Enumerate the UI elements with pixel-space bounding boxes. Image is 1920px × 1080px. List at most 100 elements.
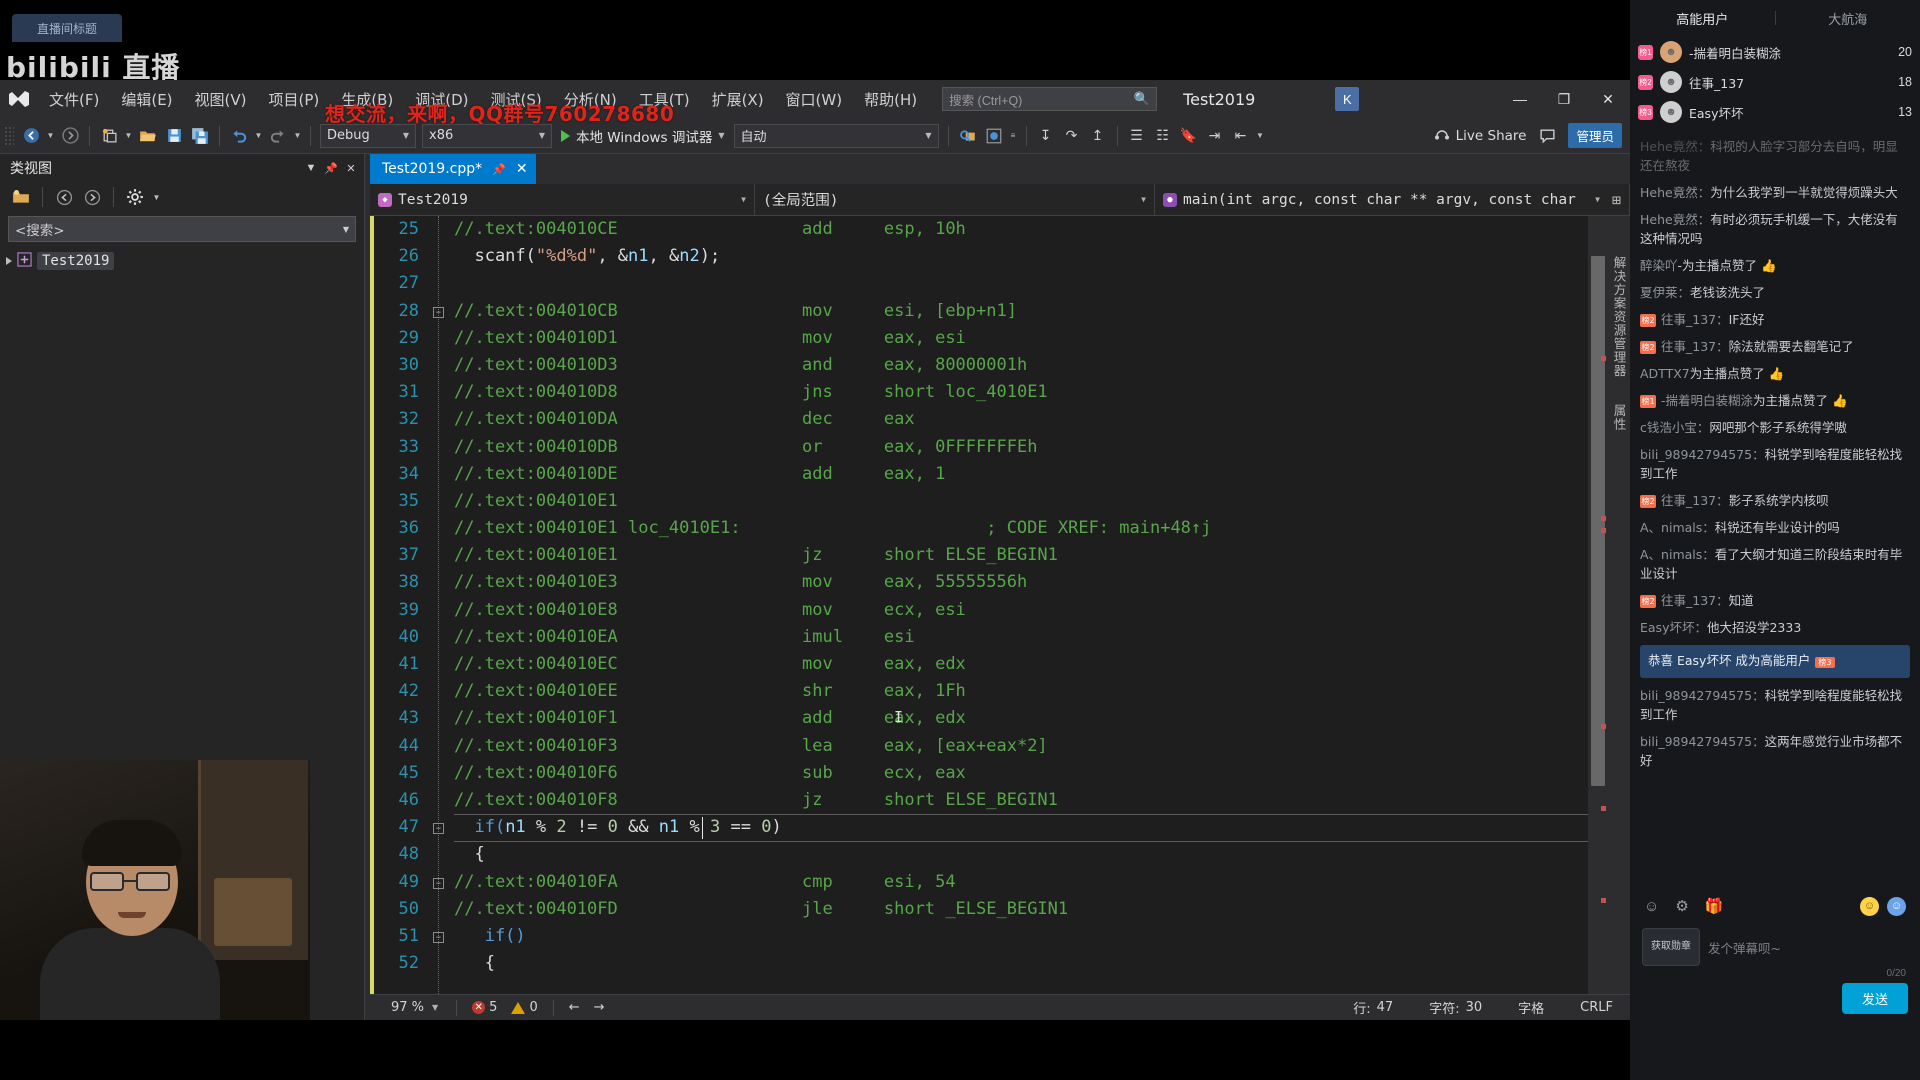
new-file-icon[interactable] xyxy=(96,123,122,149)
code-line[interactable]: //.text:004010F8 jz short ELSE_BEGIN1 xyxy=(454,787,1588,814)
stream-title-tab[interactable]: 直播间标题 xyxy=(12,14,122,42)
glyph-row[interactable] xyxy=(428,896,450,923)
message-user[interactable]: bili_98942794575 xyxy=(1640,734,1752,749)
message-user[interactable]: Hehe竟然 xyxy=(1640,139,1698,154)
avatar[interactable]: ☻ xyxy=(1660,71,1682,93)
send-button[interactable]: 发送 xyxy=(1841,983,1908,1014)
glyph-row[interactable] xyxy=(428,515,450,542)
indent-icon[interactable]: ⇥ xyxy=(1202,123,1228,149)
message-user[interactable]: A、nimals xyxy=(1640,520,1702,535)
avatar[interactable]: K xyxy=(1335,87,1360,111)
new-file-dropdown-icon[interactable]: ▼ xyxy=(122,123,135,149)
code-text[interactable]: //.text:004010CE add esp, 10h scanf("%d%… xyxy=(454,216,1588,994)
collapse-region-icon[interactable]: − xyxy=(433,877,444,889)
get-medal-button[interactable]: 获取勋章 xyxy=(1642,928,1700,966)
message-user[interactable]: c钱浩小宝 xyxy=(1640,420,1697,435)
glyph-margin[interactable]: − − − − xyxy=(428,216,450,994)
error-count[interactable]: ✕ 5 xyxy=(465,1000,504,1015)
outdent-icon[interactable]: ⇤ xyxy=(1228,123,1254,149)
message-user[interactable]: 往事_137 xyxy=(1661,593,1716,608)
expand-arrow-icon[interactable] xyxy=(6,257,12,265)
tab-high-energy-users[interactable]: 高能用户 xyxy=(1630,9,1775,28)
glyph-row[interactable] xyxy=(428,787,450,814)
message-user[interactable]: -揣着明白装糊涂 xyxy=(1661,393,1753,408)
class-view-search-input[interactable]: <搜索> ▼ xyxy=(8,216,356,242)
pin-icon[interactable]: 📌 xyxy=(322,158,340,178)
collapse-region-icon[interactable]: − xyxy=(433,823,444,835)
bookmark-icon[interactable]: 🔖 xyxy=(1176,123,1202,149)
close-icon[interactable]: ✕ xyxy=(342,158,360,178)
ranking-row[interactable]: 榜3 ☻ Easy坏坏 13 xyxy=(1638,97,1912,127)
back-circle-icon[interactable] xyxy=(51,185,77,209)
message-user[interactable]: Hehe竟然 xyxy=(1640,212,1698,227)
code-line[interactable]: scanf("%d%d", &n1, &n2); xyxy=(454,243,1588,270)
message-user[interactable]: 往事_137 xyxy=(1661,493,1716,508)
live-share-button[interactable]: Live Share xyxy=(1434,128,1526,144)
code-line[interactable]: //.text:004010D1 mov eax, esi xyxy=(454,325,1588,352)
code-line[interactable]: //.text:004010FD jle short _ELSE_BEGIN1 xyxy=(454,896,1588,923)
message-user[interactable]: A、nimals xyxy=(1640,547,1702,562)
code-line[interactable]: //.text:004010CE add esp, 10h xyxy=(454,216,1588,243)
navbar-member-combo[interactable]: ● main(int argc, const char ** argv, con… xyxy=(1155,183,1630,216)
code-line[interactable]: //.text:004010F3 lea eax, [eax+eax*2] xyxy=(454,733,1588,760)
code-line[interactable]: //.text:004010EA imul esi xyxy=(454,624,1588,651)
solution-platform-combo[interactable]: x86 ▼ xyxy=(422,123,552,148)
navigate-back-dropdown-icon[interactable]: ▼ xyxy=(44,123,57,149)
glyph-row[interactable] xyxy=(428,488,450,515)
toolbar-overflow-2-icon[interactable]: ▼ xyxy=(1254,123,1267,149)
step-over-icon[interactable]: ↷ xyxy=(1059,123,1085,149)
chevron-down-icon[interactable]: ▼ xyxy=(343,225,349,234)
maximize-button[interactable]: ❐ xyxy=(1542,80,1586,118)
uncomment-icon[interactable]: ☷ xyxy=(1150,123,1176,149)
glyph-row[interactable] xyxy=(428,569,450,596)
glyph-row[interactable] xyxy=(428,270,450,297)
glyph-row[interactable] xyxy=(428,651,450,678)
undo-dropdown-icon[interactable]: ▼ xyxy=(252,123,265,149)
navigate-backward-button[interactable]: ← xyxy=(562,1000,587,1015)
glyph-row[interactable] xyxy=(428,705,450,732)
glyph-row[interactable] xyxy=(428,216,450,243)
glyph-row[interactable] xyxy=(428,243,450,270)
menu-view[interactable]: 视图(V) xyxy=(184,85,258,114)
close-icon[interactable]: ✕ xyxy=(516,161,528,177)
navigate-forward-button[interactable]: → xyxy=(587,1000,612,1015)
menu-file[interactable]: 文件(F) xyxy=(38,85,110,114)
code-line[interactable]: //.text:004010E1 loc_4010E1: ; CODE XREF… xyxy=(454,515,1588,542)
toolbar-grip[interactable] xyxy=(4,125,14,146)
message-user[interactable]: 醉染吖 xyxy=(1640,258,1678,273)
avatar[interactable]: ☻ xyxy=(1660,101,1682,123)
step-out-icon[interactable]: ↥ xyxy=(1085,123,1111,149)
glyph-row[interactable] xyxy=(428,352,450,379)
chevron-down-icon[interactable]: ▼ xyxy=(718,131,724,140)
glyph-row[interactable]: − xyxy=(428,298,450,325)
collapse-region-icon[interactable]: − xyxy=(433,306,444,318)
danmaku-input[interactable]: 发个弹幕呗~ xyxy=(1708,928,1908,966)
glyph-row[interactable] xyxy=(428,733,450,760)
quick-launch-search[interactable]: 搜索 (Ctrl+Q) 🔍 xyxy=(942,87,1158,111)
message-user[interactable]: Easy坏坏 xyxy=(1640,620,1694,635)
emoji-quick-2-icon[interactable]: ☺ xyxy=(1887,896,1906,916)
chevron-down-icon[interactable]: ▼ xyxy=(302,158,320,178)
code-line[interactable]: //.text:004010CB mov esi, [ebp+n1] xyxy=(454,298,1588,325)
code-editor[interactable]: 25 26 27 28 29 30 31 32 33 34 35 36 37 38 39 40 41 42 43 44… xyxy=(370,216,1630,994)
code-line[interactable]: //.text:004010F6 sub ecx, eax xyxy=(454,760,1588,787)
ranking-row[interactable]: 榜1 ☻ -揣着明白装糊涂 20 xyxy=(1638,37,1912,67)
feedback-icon[interactable] xyxy=(1534,123,1560,149)
navbar-scope-combo[interactable]: (全局范围) ▼ xyxy=(755,183,1155,216)
message-user[interactable]: bili_98942794575 xyxy=(1640,447,1752,462)
code-line[interactable]: //.text:004010D3 and eax, 80000001h xyxy=(454,352,1588,379)
menu-help[interactable]: 帮助(H) xyxy=(853,85,928,114)
navigate-back-icon[interactable] xyxy=(18,123,44,149)
glyph-row[interactable]: − xyxy=(428,869,450,896)
zoom-level[interactable]: 97 % xyxy=(370,1000,430,1015)
glyph-row[interactable] xyxy=(428,950,450,977)
menu-project[interactable]: 项目(P) xyxy=(258,85,331,114)
glyph-row[interactable] xyxy=(428,760,450,787)
tab-great-voyage[interactable]: 大航海 xyxy=(1776,9,1920,28)
emoji-icon[interactable]: ☺ xyxy=(1644,898,1659,915)
glyph-row[interactable] xyxy=(428,678,450,705)
glyph-row[interactable] xyxy=(428,597,450,624)
attach-to-process-icon[interactable] xyxy=(955,123,981,149)
redo-dropdown-icon[interactable]: ▼ xyxy=(291,123,304,149)
zoom-dropdown-icon[interactable]: ▼ xyxy=(430,1003,448,1012)
